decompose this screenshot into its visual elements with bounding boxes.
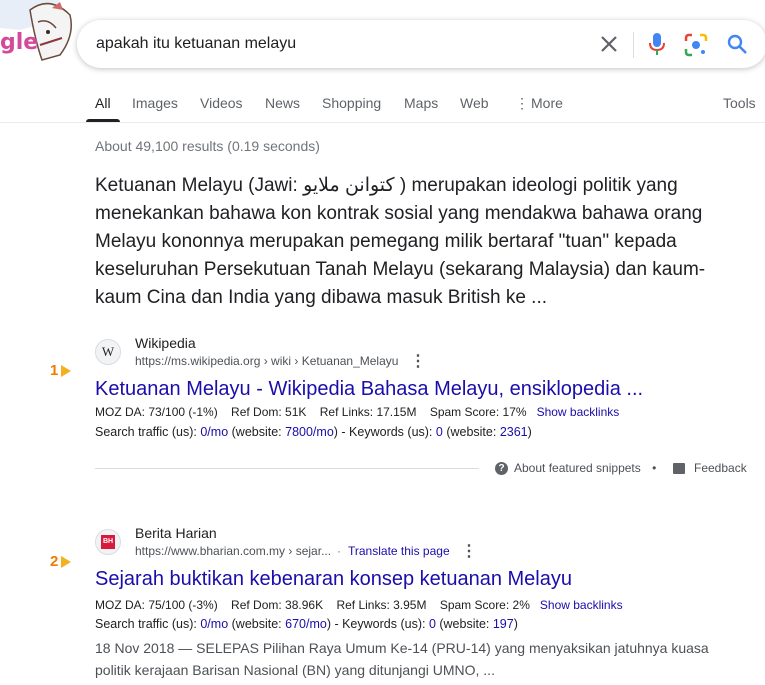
ref-links: Ref Links: 3.95M bbox=[336, 598, 427, 612]
bharian-favicon-icon[interactable]: BH bbox=[95, 529, 121, 555]
traffic-value[interactable]: 0/mo bbox=[200, 617, 228, 631]
rank-arrow-icon bbox=[61, 365, 71, 377]
moz-metrics-bar: MOZ DA: 73/100 (-1%) Ref Dom: 51K Ref Li… bbox=[95, 405, 619, 419]
microphone-icon[interactable] bbox=[645, 31, 669, 57]
traffic-label: Search traffic (us): bbox=[95, 617, 201, 631]
closing-paren: ) bbox=[513, 617, 518, 631]
keywords-website-value[interactable]: 197 bbox=[493, 617, 514, 631]
result-url[interactable]: https://www.bharian.com.my › sejar... bbox=[135, 544, 331, 558]
translate-page-link[interactable]: Translate this page bbox=[348, 544, 450, 558]
more-icon[interactable]: ⋮ bbox=[515, 95, 529, 112]
ref-dom: Ref Dom: 38.96K bbox=[231, 598, 324, 612]
search-box[interactable]: apakah itu ketuanan melayu bbox=[77, 20, 765, 68]
feedback-button[interactable]: Feedback bbox=[673, 461, 747, 475]
spam-score: Spam Score: 2% bbox=[439, 598, 530, 612]
spam-score: Spam Score: 17% bbox=[429, 405, 527, 419]
snippet-divider bbox=[95, 468, 479, 469]
search-icon[interactable] bbox=[725, 32, 749, 56]
feedback-label: Feedback bbox=[694, 461, 747, 475]
result-url[interactable]: https://ms.wikipedia.org › wiki › Ketuan… bbox=[135, 354, 398, 368]
favicon-letter: W bbox=[101, 344, 115, 359]
tab-maps[interactable]: Maps bbox=[404, 95, 438, 111]
ref-links: Ref Links: 17.15M bbox=[319, 405, 417, 419]
favicon-letter: BH bbox=[101, 535, 115, 549]
result-site-name[interactable]: Wikipedia bbox=[135, 335, 196, 351]
keywords-label: ) - Keywords (us): bbox=[333, 425, 436, 439]
website-label: (website: bbox=[228, 425, 286, 439]
tab-videos[interactable]: Videos bbox=[200, 95, 243, 111]
tab-web[interactable]: Web bbox=[460, 95, 489, 111]
wikipedia-favicon-icon[interactable]: W bbox=[95, 339, 121, 365]
bullet-separator: • bbox=[652, 461, 657, 475]
moz-da: MOZ DA: 75/100 (-3%) bbox=[95, 598, 218, 612]
google-doodle-logo[interactable]: gle bbox=[0, 0, 78, 75]
about-featured-snippets[interactable]: ? About featured snippets • bbox=[495, 461, 657, 476]
keywords-value[interactable]: 0 bbox=[429, 617, 436, 631]
more-options-icon[interactable]: ⋮ bbox=[461, 541, 477, 561]
tab-more[interactable]: More bbox=[531, 95, 563, 111]
tab-images[interactable]: Images bbox=[132, 95, 178, 111]
show-backlinks-link[interactable]: Show backlinks bbox=[540, 598, 623, 612]
tab-news[interactable]: News bbox=[265, 95, 300, 111]
tab-all[interactable]: All bbox=[95, 95, 111, 111]
keywords-website-value[interactable]: 2361 bbox=[500, 425, 528, 439]
logo-text: gle bbox=[0, 30, 39, 55]
tools-button[interactable]: Tools bbox=[723, 95, 756, 111]
question-icon: ? bbox=[495, 462, 508, 476]
website-label: (website: bbox=[228, 617, 286, 631]
moz-da: MOZ DA: 73/100 (-1%) bbox=[95, 405, 218, 419]
search-traffic-line: Search traffic (us): 0/mo (website: 670/… bbox=[95, 617, 518, 631]
result-description: 18 Nov 2018 — SELEPAS Pilihan Raya Umum … bbox=[95, 640, 709, 678]
keywords-value[interactable]: 0 bbox=[436, 425, 443, 439]
rank-arrow-icon bbox=[61, 556, 71, 568]
result-stats: About 49,100 results (0.19 seconds) bbox=[95, 138, 320, 154]
keywords-website-label: (website: bbox=[435, 617, 493, 631]
tab-shopping[interactable]: Shopping bbox=[322, 95, 381, 111]
show-backlinks-link[interactable]: Show backlinks bbox=[537, 405, 620, 419]
moz-metrics-bar: MOZ DA: 75/100 (-3%) Ref Dom: 38.96K Ref… bbox=[95, 598, 623, 612]
search-traffic-line: Search traffic (us): 0/mo (website: 7800… bbox=[95, 425, 532, 439]
keywords-website-label: (website: bbox=[442, 425, 500, 439]
result-title-link[interactable]: Ketuanan Melayu - Wikipedia Bahasa Melay… bbox=[95, 378, 643, 401]
traffic-label: Search traffic (us): bbox=[95, 425, 201, 439]
rank-number: 2 bbox=[50, 553, 59, 570]
ref-dom: Ref Dom: 51K bbox=[231, 405, 307, 419]
website-traffic-value[interactable]: 670/mo bbox=[285, 617, 327, 631]
about-snippets-label: About featured snippets bbox=[514, 461, 641, 475]
closing-paren: ) bbox=[527, 425, 532, 439]
result-site-name[interactable]: Berita Harian bbox=[135, 525, 217, 541]
featured-snippet-text: Ketuanan Melayu (Jawi: كتوانن ملايو ) me… bbox=[95, 175, 706, 308]
search-divider bbox=[633, 32, 634, 58]
clear-icon[interactable] bbox=[598, 33, 620, 55]
google-lens-icon[interactable] bbox=[683, 32, 709, 58]
keywords-label: ) - Keywords (us): bbox=[326, 617, 429, 631]
search-input[interactable]: apakah itu ketuanan melayu bbox=[96, 35, 296, 53]
url-separator: · bbox=[337, 544, 341, 558]
more-options-icon[interactable]: ⋮ bbox=[410, 351, 426, 371]
rank-number: 1 bbox=[50, 362, 59, 379]
result-title-link[interactable]: Sejarah buktikan kebenaran konsep ketuan… bbox=[95, 568, 572, 591]
website-traffic-value[interactable]: 7800/mo bbox=[285, 425, 334, 439]
feedback-icon bbox=[673, 463, 685, 475]
traffic-value[interactable]: 0/mo bbox=[200, 425, 228, 439]
tabs-divider bbox=[0, 122, 765, 123]
